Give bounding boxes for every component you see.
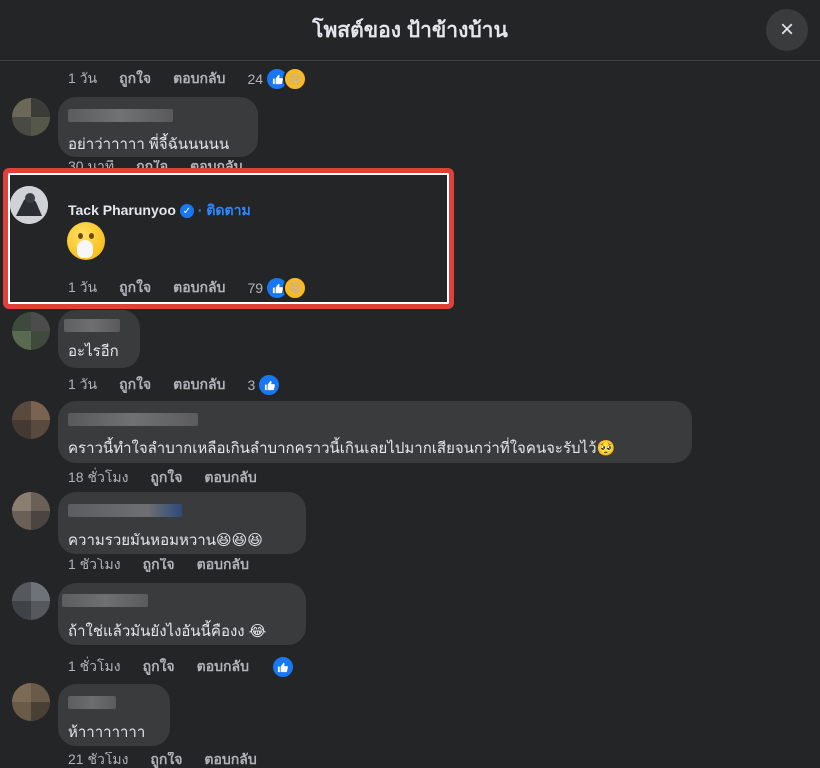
avatar[interactable]	[12, 582, 50, 620]
highlight-box	[3, 168, 454, 309]
avatar[interactable]	[12, 401, 50, 439]
reply-button[interactable]: ตอบกลับ	[204, 467, 256, 489]
comment-meta: 21 ชั่วโมง ถูกใจ ตอบกลับ	[68, 752, 257, 768]
comment-meta: 1 ชั่วโมง ถูกใจ ตอบกลับ	[68, 655, 295, 679]
comment-text: ห้าาาาาาาา	[68, 724, 146, 741]
like-button[interactable]: ถูกใจ	[143, 558, 175, 572]
sad-reaction-icon: 😢	[283, 67, 308, 91]
comment-meta: 18 ชั่วโมง ถูกใจ ตอบกลับ	[68, 467, 257, 489]
like-button[interactable]: ถูกใจ	[143, 656, 175, 678]
like-button[interactable]: ถูกใจ	[150, 467, 182, 489]
comment-time[interactable]: 1 ชั่วโมง	[68, 558, 121, 572]
comment-text: อย่าว่าาาาา พี่จี้ฉันนนนน	[68, 136, 230, 153]
comment-text: ถ้าใช่แล้วมันยังไงอันนี้คืองง 😂	[68, 623, 267, 640]
blurred-name	[68, 109, 173, 122]
post-title: โพสต์ของ ป้าข้างบ้าน	[312, 19, 508, 42]
reply-button[interactable]: ตอบกลับ	[204, 752, 256, 768]
close-button[interactable]: ×	[766, 9, 808, 51]
like-button[interactable]: ถูกใจ	[119, 374, 151, 396]
comment-text: ความรวยมันหอมหวาน😆😆😆	[68, 532, 263, 549]
comment-text: อะไรอีก	[68, 343, 119, 360]
reply-button[interactable]: ตอบกลับ	[197, 558, 249, 572]
avatar[interactable]	[12, 98, 50, 136]
comment-time[interactable]: 1 ชั่วโมง	[68, 656, 121, 678]
comment-text: คราวนี้ทำใจลำบากเหลือเกินลำบากคราวนี้เกิ…	[68, 440, 616, 457]
comment-meta: 1 วัน ถูกใจ ตอบกลับ 3	[68, 373, 282, 397]
comment-time[interactable]: 21 ชั่วโมง	[68, 752, 128, 768]
avatar[interactable]	[12, 683, 50, 721]
comment-meta: 1 ชั่วโมง ถูกใจ ตอบกลับ	[68, 558, 249, 572]
avatar[interactable]	[12, 312, 50, 350]
reply-button[interactable]: ตอบกลับ	[173, 374, 225, 396]
blurred-name	[64, 319, 120, 332]
reaction-count: 3	[247, 377, 256, 393]
like-reaction-icon[interactable]	[270, 655, 295, 679]
dialog-header: โพสต์ของ ป้าข้างบ้าน ×	[0, 0, 820, 61]
reply-button[interactable]: ตอบกลับ	[197, 656, 249, 678]
comment-time[interactable]: 18 ชั่วโมง	[68, 467, 128, 489]
reply-button[interactable]: ตอบกลับ	[173, 68, 225, 90]
avatar[interactable]	[12, 492, 50, 530]
like-button[interactable]: ถูกใจ	[119, 68, 151, 90]
blurred-name	[68, 504, 182, 517]
blurred-name	[68, 413, 198, 426]
comment-meta: 1 วัน ถูกใจ ตอบกลับ 24 😢	[68, 67, 308, 91]
blurred-name	[68, 696, 116, 709]
close-icon: ×	[779, 16, 794, 43]
like-button[interactable]: ถูกใจ	[150, 752, 182, 768]
comment-time[interactable]: 1 วัน	[68, 374, 97, 396]
comment-time[interactable]: 1 วัน	[68, 68, 97, 90]
reaction-count: 24	[247, 71, 264, 87]
like-reaction-icon[interactable]	[257, 373, 282, 397]
blurred-name	[62, 594, 148, 607]
